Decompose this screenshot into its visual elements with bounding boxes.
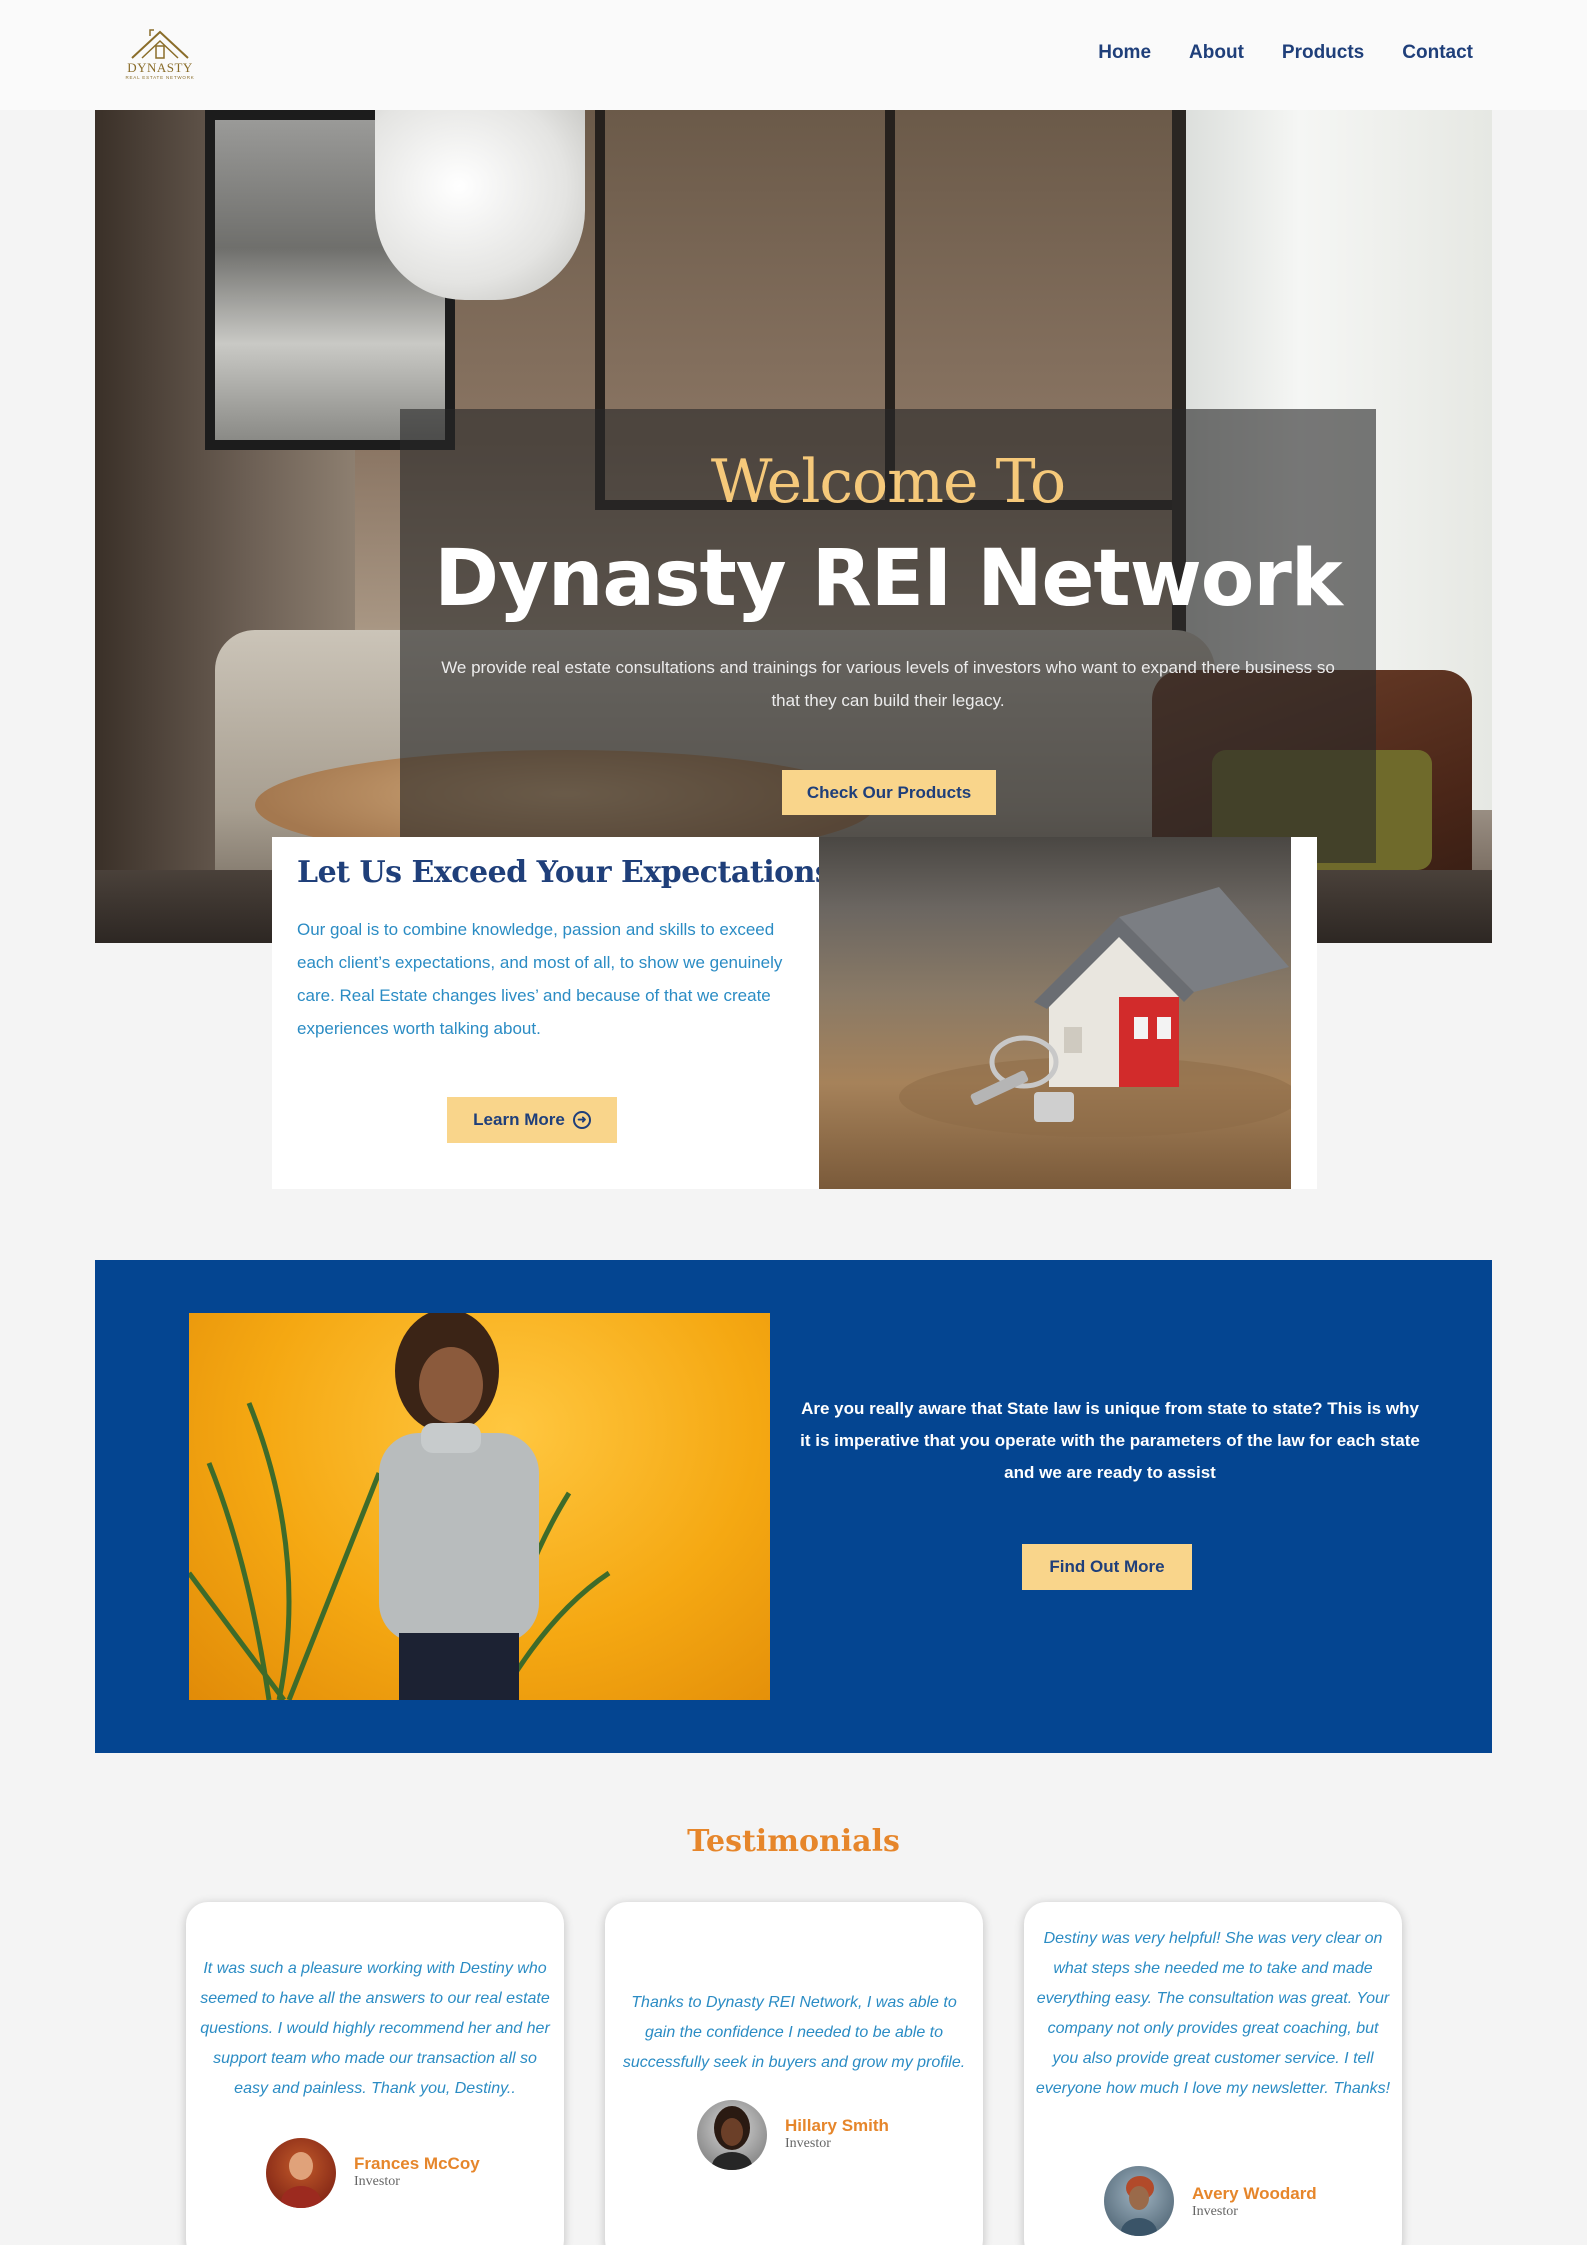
testimonial-quote: Thanks to Dynasty REI Network, I was abl… — [622, 1994, 966, 2071]
check-products-label: Check Our Products — [806, 782, 972, 802]
nav-contact[interactable]: Contact — [1402, 42, 1473, 64]
arrow-right-circle-icon: ➜ — [572, 1111, 591, 1129]
main-nav: Home About Products Contact — [1098, 42, 1473, 64]
expectations-title: Let Us Exceed Your Expectations — [297, 855, 832, 890]
testimonial-quote: Destiny was very helpful! She was very c… — [1035, 1930, 1391, 2097]
state-law-text: Are you really aware that State law is u… — [800, 1399, 1420, 1482]
testimonial-card: Thanks to Dynasty REI Network, I was abl… — [605, 1902, 983, 2245]
testimonial-role: Investor — [1192, 2204, 1238, 2219]
woman-portrait-image — [189, 1313, 770, 1700]
learn-more-label: Learn More — [473, 1110, 565, 1129]
testimonials-heading: Testimonials — [687, 1824, 900, 1859]
nav-products[interactable]: Products — [1282, 42, 1364, 64]
house-keys-image — [819, 837, 1291, 1189]
testimonial-quote: It was such a pleasure working with Dest… — [200, 1960, 550, 2097]
learn-more-button[interactable]: Learn More ➜ — [447, 1097, 617, 1143]
testimonial-card: Destiny was very helpful! She was very c… — [1024, 1902, 1402, 2245]
hero-title: Dynasty REI Network — [434, 534, 1342, 624]
logo-subtext: REAL ESTATE NETWORK — [125, 75, 195, 80]
logo-text: DYNASTY — [127, 60, 193, 75]
avatar — [697, 2100, 767, 2170]
testimonial-role: Investor — [354, 2174, 400, 2189]
testimonial-card: It was such a pleasure working with Dest… — [186, 1902, 564, 2245]
hero-section: Welcome To Dynasty REI Network We provid… — [95, 110, 1492, 943]
testimonial-name: Frances McCoy — [354, 2154, 480, 2173]
nav-about[interactable]: About — [1189, 42, 1244, 64]
logo-house-icon — [131, 29, 189, 59]
site-header: DYNASTY REAL ESTATE NETWORK Home About P… — [0, 0, 1587, 110]
find-out-more-button[interactable]: Find Out More — [1022, 1544, 1192, 1590]
avatar — [1104, 2166, 1174, 2236]
find-out-more-label: Find Out More — [1049, 1557, 1165, 1576]
check-products-button[interactable]: Check Our Products — [782, 770, 996, 815]
logo[interactable]: DYNASTY REAL ESTATE NETWORK — [122, 24, 198, 84]
expectations-text: Our goal is to combine knowledge, passio… — [297, 920, 783, 1038]
hero-welcome: Welcome To — [710, 447, 1066, 517]
expectations-card: Let Us Exceed Your Expectations Our goal… — [272, 837, 1317, 1189]
hero-overlay-box: Welcome To Dynasty REI Network We provid… — [400, 409, 1376, 863]
avatar — [266, 2138, 336, 2208]
state-law-section: Are you really aware that State law is u… — [95, 1260, 1492, 1753]
nav-home[interactable]: Home — [1098, 42, 1151, 64]
hero-description: We provide real estate consultations and… — [441, 658, 1335, 710]
testimonial-role: Investor — [785, 2136, 831, 2151]
testimonial-name: Avery Woodard — [1192, 2184, 1317, 2203]
testimonial-name: Hillary Smith — [785, 2116, 889, 2135]
